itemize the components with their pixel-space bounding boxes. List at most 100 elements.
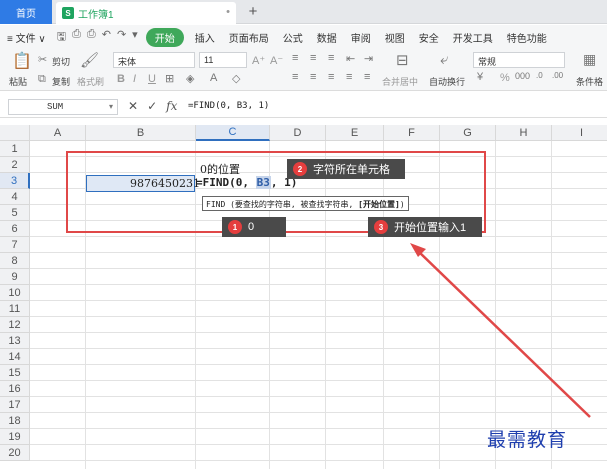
menu-tab-insert[interactable]: 插入 [188, 30, 222, 45]
number-format-select[interactable]: 常规 [473, 52, 565, 68]
font-name-select[interactable]: 宋体 [113, 52, 195, 68]
tab-workbook[interactable]: S 工作簿1 • [56, 2, 236, 24]
row-header-11[interactable]: 11 [0, 301, 30, 317]
row-header-1[interactable]: 1 [0, 141, 30, 157]
row-header-6[interactable]: 6 [0, 221, 30, 237]
bold-button[interactable]: B [117, 73, 125, 85]
font-color-icon[interactable]: A [210, 72, 217, 84]
grow-font-button[interactable]: A⁺ [252, 54, 265, 67]
row-header-8[interactable]: 8 [0, 253, 30, 269]
font-size-select[interactable]: 11 [199, 52, 247, 68]
customize-icon[interactable]: ▾ [132, 28, 138, 47]
column-header-g[interactable]: G [440, 125, 496, 141]
underline-button[interactable]: U [148, 73, 156, 85]
menu-tab-data[interactable]: 数据 [310, 30, 344, 45]
column-header-h[interactable]: H [496, 125, 552, 141]
column-header-b[interactable]: B [86, 125, 196, 141]
menu-tab-developer[interactable]: 开发工具 [446, 30, 500, 45]
row-header-15[interactable]: 15 [0, 365, 30, 381]
merge-center-button[interactable]: 合并居中 [382, 75, 418, 88]
cut-button[interactable]: 剪切 [52, 55, 70, 68]
redo-icon[interactable]: ↷ [117, 28, 126, 47]
confirm-icon[interactable]: ✓ [147, 99, 157, 113]
new-tab-button[interactable]: + [244, 2, 262, 20]
align-middle-icon[interactable]: ≡ [310, 52, 316, 64]
conditional-format-button[interactable]: 条件格 [576, 75, 603, 88]
menu-tab-review[interactable]: 审阅 [344, 30, 378, 45]
column-header-f[interactable]: F [384, 125, 440, 141]
tab-close-icon[interactable]: • [226, 6, 230, 18]
row-header-19[interactable]: 19 [0, 429, 30, 445]
row-header-13[interactable]: 13 [0, 333, 30, 349]
thousands-icon[interactable]: 000 [515, 71, 530, 81]
indent-decrease-icon[interactable]: ⇤ [346, 52, 355, 65]
column-header-e[interactable]: E [326, 125, 384, 141]
menu-tab-special[interactable]: 特色功能 [500, 30, 554, 45]
increase-decimal-icon[interactable]: .0 [536, 71, 543, 80]
worksheet-grid[interactable]: ABCDEFGHI 1 2 3 4 5 6 7 8 9 10 11 12 13 14 15 16 17 18 19 2… [0, 125, 607, 469]
scissors-icon[interactable]: ✂ [38, 53, 47, 66]
file-menu[interactable]: ≡ 文件 ∨ [0, 30, 53, 45]
save-icon[interactable]: 🖫 [57, 28, 66, 47]
paste-button[interactable]: 粘贴 [9, 75, 27, 88]
fill-color-icon[interactable]: ◈ [186, 72, 194, 85]
undo-icon[interactable]: ↶ [102, 28, 111, 47]
cancel-icon[interactable]: ✕ [128, 99, 138, 113]
decrease-decimal-icon[interactable]: .00 [552, 71, 563, 80]
row-header-3[interactable]: 3 [0, 173, 30, 189]
distributed-icon[interactable]: ≡ [364, 71, 370, 83]
border-icon[interactable]: ⊞ [165, 72, 174, 85]
menu-tab-view[interactable]: 视图 [378, 30, 412, 45]
shrink-font-button[interactable]: A⁻ [270, 54, 283, 67]
name-box[interactable]: SUM ▾ [8, 99, 118, 115]
align-top-icon[interactable]: ≡ [292, 52, 298, 64]
row-header-7[interactable]: 7 [0, 237, 30, 253]
row-header-12[interactable]: 12 [0, 317, 30, 333]
column-header-i[interactable]: I [552, 125, 607, 141]
menu-tab-formulas[interactable]: 公式 [276, 30, 310, 45]
tab-home[interactable]: 首页 [0, 0, 52, 24]
justify-icon[interactable]: ≡ [346, 71, 352, 83]
format-painter-button[interactable]: 格式刷 [77, 75, 104, 88]
paste-icon[interactable]: 📋 [12, 51, 32, 71]
column-header-c[interactable]: C [196, 125, 270, 141]
align-center-icon[interactable]: ≡ [310, 71, 316, 83]
indent-increase-icon[interactable]: ⇥ [364, 52, 373, 65]
menu-tab-security[interactable]: 安全 [412, 30, 446, 45]
conditional-format-icon[interactable]: ▦ [583, 51, 596, 68]
row-header-5[interactable]: 5 [0, 205, 30, 221]
row-header-17[interactable]: 17 [0, 397, 30, 413]
wrap-text-button[interactable]: 自动换行 [429, 75, 465, 88]
column-header-a[interactable]: A [30, 125, 86, 141]
copy-icon[interactable]: ⧉ [38, 73, 46, 86]
insert-function-icon[interactable]: fx [166, 99, 177, 113]
align-left-icon[interactable]: ≡ [292, 71, 298, 83]
row-header-10[interactable]: 10 [0, 285, 30, 301]
column-header-d[interactable]: D [270, 125, 326, 141]
align-right-icon[interactable]: ≡ [328, 71, 334, 83]
copy-button[interactable]: 复制 [52, 75, 70, 88]
formula-input[interactable]: =FIND(0, B3, 1) [188, 101, 269, 111]
italic-button[interactable]: I [133, 73, 136, 85]
menu-tab-home[interactable]: 开始 [145, 27, 184, 47]
wrap-text-icon[interactable]: ⤶ [440, 51, 448, 68]
row-header-14[interactable]: 14 [0, 349, 30, 365]
print-icon[interactable]: ⎙ [87, 28, 96, 47]
clear-format-icon[interactable]: ◇ [232, 72, 240, 85]
format-painter-icon[interactable]: 🖌 [80, 51, 99, 69]
row-header-16[interactable]: 16 [0, 381, 30, 397]
menu-tab-page-layout[interactable]: 页面布局 [222, 30, 276, 45]
row-header-9[interactable]: 9 [0, 269, 30, 285]
align-bottom-icon[interactable]: ≡ [328, 52, 334, 64]
currency-icon[interactable]: ¥ [477, 71, 483, 83]
percent-button[interactable]: % [500, 72, 510, 84]
grid-row-line [30, 332, 607, 333]
select-all-corner[interactable] [0, 125, 30, 141]
row-header-2[interactable]: 2 [0, 157, 30, 173]
row-header-4[interactable]: 4 [0, 189, 30, 205]
chevron-down-icon[interactable]: ▾ [109, 102, 113, 112]
print-preview-icon[interactable]: ⎙ [72, 28, 81, 47]
merge-center-icon[interactable]: ⊟ [396, 51, 409, 69]
row-header-20[interactable]: 20 [0, 445, 30, 461]
row-header-18[interactable]: 18 [0, 413, 30, 429]
